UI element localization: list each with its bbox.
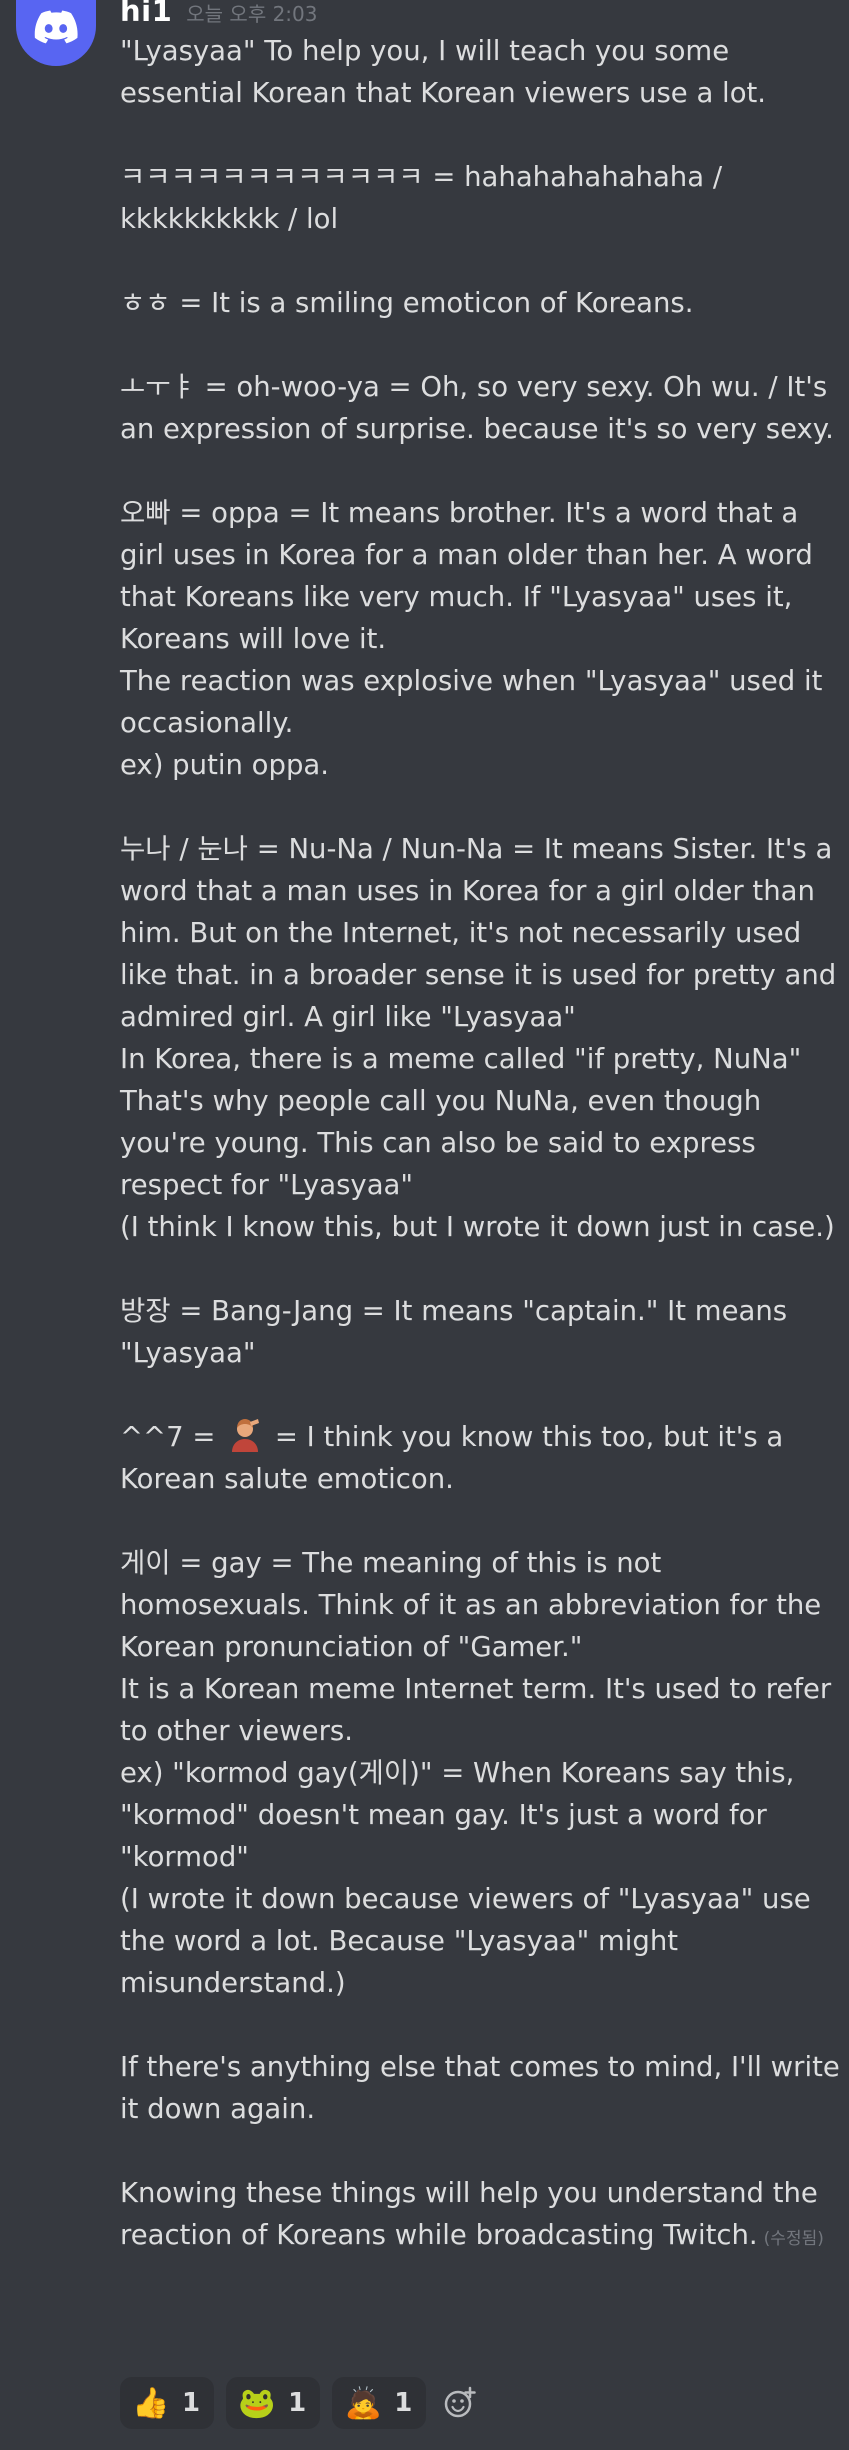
closing-text: Knowing these things will help you under… (120, 2177, 827, 2251)
reaction-thumbs-up[interactable]: 👍 1 (120, 2377, 215, 2429)
reaction-count: 1 (288, 2388, 307, 2418)
paragraph-closing: Knowing these things will help you under… (120, 2172, 840, 2260)
chat-message: hi1 오늘 오후 2:03 "Lyasyaa" To help you, I … (0, 0, 849, 2450)
paragraph-ohwooya: ㅗㅜㅑ = oh-woo-ya = Oh, so very sexy. Oh w… (120, 371, 836, 445)
paragraph-nuna: 누나 / 눈나 = Nu-Na / Nun-Na = It means Sist… (120, 833, 837, 1243)
add-reaction-smiley-icon (445, 2386, 477, 2418)
add-reaction-button[interactable] (438, 2381, 482, 2425)
paragraph-kkk: ㅋㅋㅋㅋㅋㅋㅋㅋㅋㅋㅋㅋ = hahahahahahaha / kkkkkkkk… (120, 161, 731, 235)
edited-label[interactable]: (수정됨) (764, 2229, 824, 2249)
paragraph-gay: 게이 = gay = The meaning of this is not ho… (120, 1547, 832, 1999)
paragraph-oppa: 오빠 = oppa = It means brother. It's a wor… (120, 497, 823, 781)
pepe-frog-icon: 🐸 (238, 2385, 276, 2421)
paragraph-salute: ^^7 = = I think you know this too, but i… (120, 1416, 840, 1500)
message-content: "Lyasyaa" To help you, I will teach you … (120, 30, 840, 2260)
reaction-count: 1 (394, 2388, 413, 2418)
timestamp[interactable]: 오늘 오후 2:03 (186, 0, 317, 27)
salute-text-pre: ^^7 = (120, 1421, 225, 1453)
reaction-pepe-frog[interactable]: 🐸 1 (226, 2377, 321, 2429)
paragraph-hh: ㅎㅎ = It is a smiling emoticon of Koreans… (120, 287, 694, 319)
thumbs-up-icon: 👍 (132, 2385, 170, 2421)
message-header: hi1 오늘 오후 2:03 (120, 0, 318, 28)
paragraph-more: If there's anything else that comes to m… (120, 2051, 849, 2125)
salute-person-icon: 🙇 (344, 2385, 382, 2421)
avatar[interactable] (16, 0, 96, 66)
salute-emoji-icon (232, 1419, 260, 1452)
reaction-count: 1 (182, 2388, 201, 2418)
paragraph-bangjang: 방장 = Bang-Jang = It means "captain." It … (120, 1295, 796, 1369)
username[interactable]: hi1 (120, 0, 172, 28)
discord-logo-icon (34, 10, 78, 44)
reactions-bar: 👍 1 🐸 1 🙇 1 (120, 2376, 482, 2430)
reaction-salute[interactable]: 🙇 1 (332, 2377, 427, 2429)
paragraph-intro: "Lyasyaa" To help you, I will teach you … (120, 35, 767, 109)
